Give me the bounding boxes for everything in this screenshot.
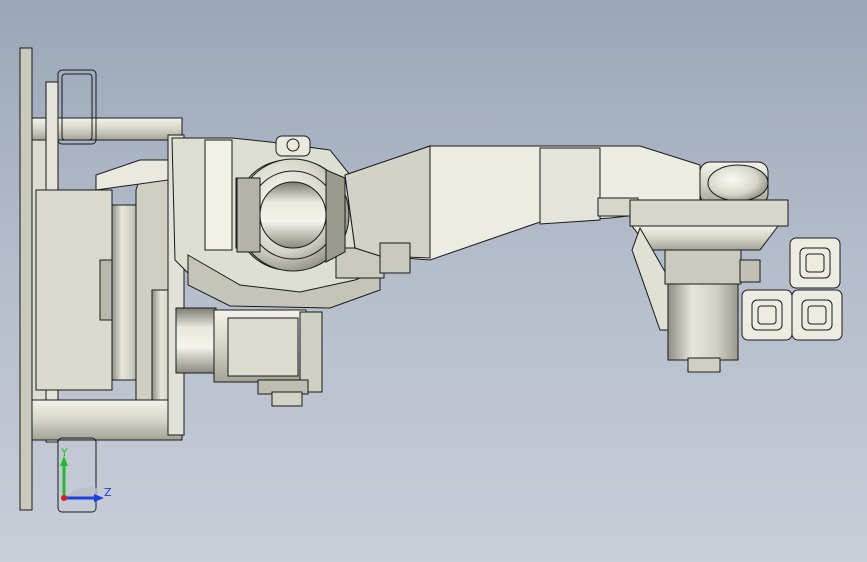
connector-right [791, 289, 843, 341]
elbow-joint [235, 158, 350, 272]
connector-left [741, 289, 793, 341]
cable-connectors [741, 237, 843, 341]
cad-viewport[interactable] [0, 0, 867, 562]
connector-top [789, 237, 841, 289]
shoulder-motor [175, 307, 323, 407]
